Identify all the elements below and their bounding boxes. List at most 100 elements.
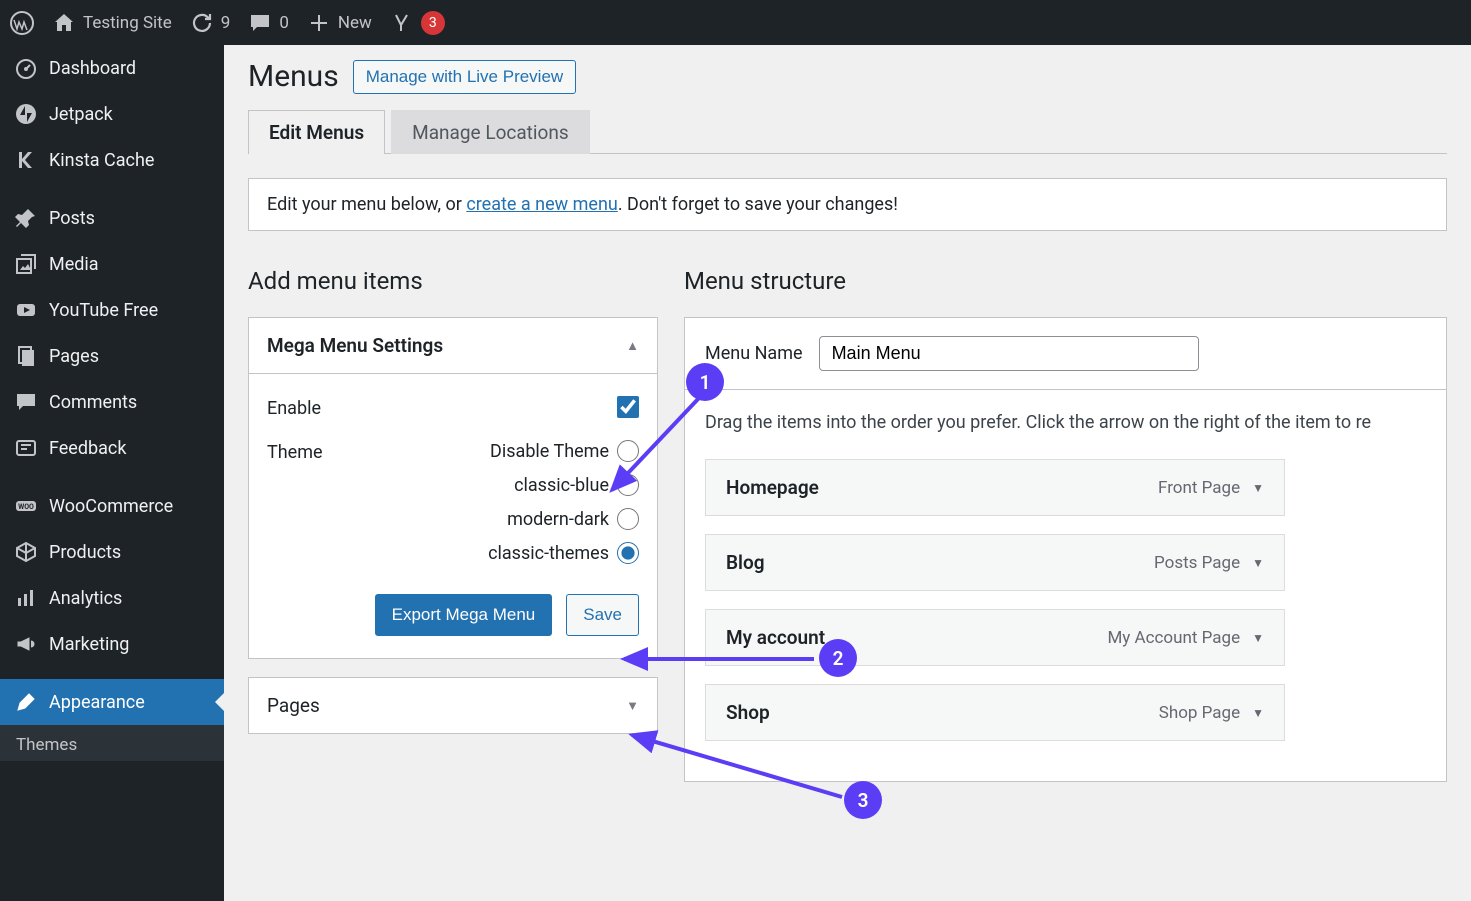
admin-sidebar: Dashboard Jetpack Kinsta Cache Posts MediaYo… (0, 45, 224, 901)
comment-icon (248, 11, 272, 35)
menu-item-title: Blog (726, 551, 765, 574)
notice-text-before: Edit your menu below, or (267, 194, 466, 215)
sidebar-item-youtube-free[interactable]: YouTube Free (0, 287, 224, 333)
menu-item-type: Shop Page▼ (1159, 703, 1264, 723)
sidebar-item-label: Analytics (49, 588, 122, 609)
yoast-button[interactable]: 3 (390, 11, 445, 35)
pages-panel-head[interactable]: Pages ▼ (249, 678, 657, 733)
main-content: Menus Manage with Live Preview Edit Menu… (224, 45, 1471, 901)
youtube-icon (14, 298, 38, 322)
app-layout: Dashboard Jetpack Kinsta Cache Posts MediaYo… (0, 45, 1471, 901)
sidebar-item-analytics[interactable]: Analytics (0, 575, 224, 621)
comments-button[interactable]: 0 (248, 11, 289, 35)
nav-tabs: Edit Menus Manage Locations (248, 110, 1447, 154)
enable-label: Enable (267, 396, 397, 419)
updates-button[interactable]: 9 (190, 11, 231, 35)
menu-item[interactable]: My accountMy Account Page▼ (705, 609, 1285, 666)
sidebar-item-appearance[interactable]: Appearance (0, 679, 224, 725)
sidebar-item-media[interactable]: Media (0, 241, 224, 287)
plus-icon (307, 11, 331, 35)
menu-item-title: Shop (726, 701, 770, 724)
sidebar-item-label: Appearance (49, 692, 145, 713)
sidebar-item-comments[interactable]: Comments (0, 379, 224, 425)
menu-name-label: Menu Name (705, 343, 803, 364)
menu-columns: Add menu items Mega Menu Settings ▲ Enab… (248, 267, 1447, 782)
yoast-badge: 3 (421, 11, 445, 35)
sidebar-item-label: Pages (49, 346, 99, 367)
live-preview-button[interactable]: Manage with Live Preview (353, 60, 576, 94)
menu-structure-panel: Menu Name Drag the items into the order … (684, 317, 1447, 782)
theme-radio[interactable] (617, 508, 639, 530)
new-button[interactable]: New (307, 11, 372, 35)
menu-item[interactable]: HomepageFront Page▼ (705, 459, 1285, 516)
dashboard-icon (14, 56, 38, 80)
menu-name-input[interactable] (819, 336, 1199, 371)
comments-count: 0 (279, 13, 289, 33)
sidebar-item-marketing[interactable]: Marketing (0, 621, 224, 667)
tab-edit-menus[interactable]: Edit Menus (248, 110, 385, 154)
add-items-heading: Add menu items (248, 267, 658, 295)
marketing-icon (14, 632, 38, 656)
sidebar-item-label: Jetpack (49, 104, 113, 125)
menu-structure-heading: Menu structure (684, 267, 1447, 295)
theme-option-classic-themes: classic-themes (397, 542, 639, 564)
annotation-3: 3 (844, 781, 882, 819)
theme-radio[interactable] (617, 474, 639, 496)
pages-title: Pages (267, 694, 320, 717)
sidebar-item-jetpack[interactable]: Jetpack (0, 91, 224, 137)
menu-help-text: Drag the items into the order you prefer… (705, 412, 1426, 433)
theme-option-disable-theme: Disable Theme (397, 440, 639, 462)
menu-item-type: My Account Page▼ (1107, 628, 1264, 648)
chevron-down-icon[interactable]: ▼ (1252, 481, 1264, 495)
yoast-icon (390, 11, 414, 35)
menu-item[interactable]: Blog Posts Page▼ (705, 534, 1285, 591)
sidebar-item-label: Kinsta Cache (49, 150, 154, 171)
pages-icon (14, 344, 38, 368)
megamenu-panel-head[interactable]: Mega Menu Settings ▲ (249, 318, 657, 374)
megamenu-title: Mega Menu Settings (267, 334, 443, 357)
sidebar-item-feedback[interactable]: Feedback (0, 425, 224, 471)
theme-radio[interactable] (617, 542, 639, 564)
sidebar-item-label: WooCommerce (49, 496, 173, 517)
sidebar-item-label: Feedback (49, 438, 126, 459)
page-title: Menus (248, 59, 339, 94)
theme-option-classic-blue: classic-blue (397, 474, 639, 496)
menu-item-title: Homepage (726, 476, 819, 499)
sidebar-item-posts[interactable]: Posts (0, 195, 224, 241)
theme-option-label: classic-themes (488, 543, 609, 564)
sidebar-item-woocommerce[interactable]: WOO WooCommerce (0, 483, 224, 529)
annotation-2: 2 (819, 639, 857, 677)
megamenu-panel-body: Enable Theme Disable Themeclassic-bluemo… (249, 374, 657, 658)
sidebar-item-label: Comments (49, 392, 137, 413)
woo-icon: WOO (14, 494, 38, 518)
site-link[interactable]: Testing Site (52, 11, 172, 35)
pin-icon (14, 206, 38, 230)
chevron-down-icon[interactable]: ▼ (1252, 631, 1264, 645)
updates-count: 9 (221, 13, 231, 33)
wp-logo-button[interactable] (10, 11, 34, 35)
media-icon (14, 252, 38, 276)
sidebar-item-pages[interactable]: Pages (0, 333, 224, 379)
theme-option-label: classic-blue (514, 475, 609, 496)
comment-icon (14, 390, 38, 414)
theme-radio[interactable] (617, 440, 639, 462)
annotation-1: 1 (686, 363, 724, 401)
chevron-down-icon[interactable]: ▼ (1252, 706, 1264, 720)
export-megamenu-button[interactable]: Export Mega Menu (375, 594, 553, 636)
refresh-icon (190, 11, 214, 35)
tab-manage-locations[interactable]: Manage Locations (391, 110, 590, 154)
chevron-down-icon[interactable]: ▼ (1252, 556, 1264, 570)
feedback-icon (14, 436, 38, 460)
jetpack-icon (14, 102, 38, 126)
enable-checkbox[interactable] (617, 396, 639, 418)
menu-item[interactable]: Shop Shop Page▼ (705, 684, 1285, 741)
sidebar-item-label: Posts (49, 208, 95, 229)
menu-item-type: Posts Page▼ (1154, 553, 1264, 573)
create-menu-link[interactable]: create a new menu (466, 194, 618, 215)
sidebar-item-dashboard[interactable]: Dashboard (0, 45, 224, 91)
sidebar-sub-themes[interactable]: Themes (0, 725, 224, 761)
sidebar-item-kinsta-cache[interactable]: Kinsta Cache (0, 137, 224, 183)
save-megamenu-button[interactable]: Save (566, 594, 639, 636)
expand-icon: ▼ (626, 698, 639, 714)
sidebar-item-products[interactable]: Products (0, 529, 224, 575)
